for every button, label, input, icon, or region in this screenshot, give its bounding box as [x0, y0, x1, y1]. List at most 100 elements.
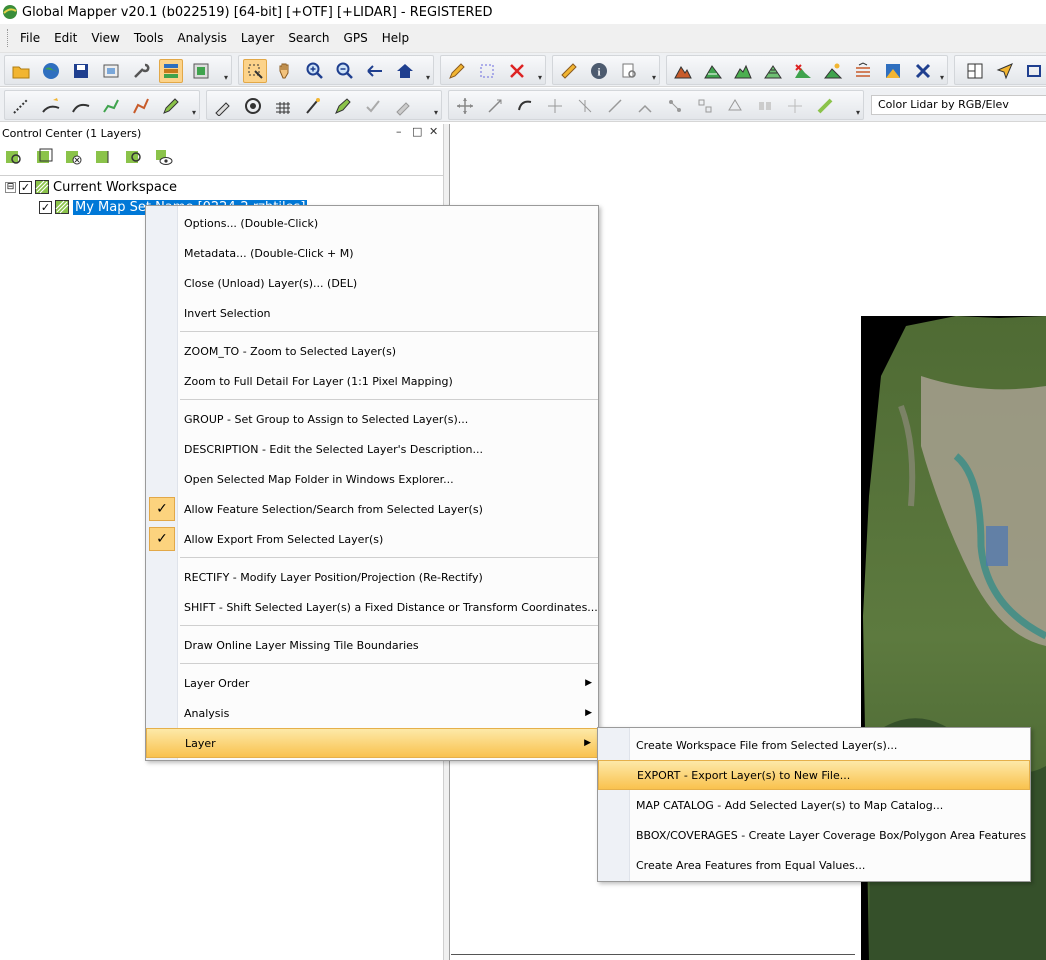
sub-bbox-coverages[interactable]: BBOX/COVERAGES - Create Layer Coverage B…: [598, 820, 1030, 850]
panel-minimize-button[interactable]: –: [396, 125, 402, 138]
split-view-icon[interactable]: [963, 59, 987, 83]
collapse-icon[interactable]: ⊟: [5, 181, 16, 193]
menu-search[interactable]: Search: [281, 29, 336, 47]
menubar-grip[interactable]: [7, 29, 10, 47]
overview-window-icon[interactable]: [189, 59, 213, 83]
toolbar-overflow-icon[interactable]: ▾: [853, 107, 863, 119]
measure-ruler-icon[interactable]: [557, 59, 581, 83]
zoom-to-layer-icon[interactable]: [3, 146, 25, 168]
scale-feature-icon[interactable]: [483, 94, 507, 118]
layer-metadata-icon[interactable]: [93, 146, 115, 168]
print-icon[interactable]: [99, 59, 123, 83]
menu-help[interactable]: Help: [375, 29, 416, 47]
edit-disabled-icon[interactable]: [391, 94, 415, 118]
menu-analysis[interactable]: Analysis: [170, 29, 233, 47]
ruler-line-icon[interactable]: [813, 94, 837, 118]
rotate-feature-icon[interactable]: [513, 94, 537, 118]
move-vertex-icon[interactable]: [211, 94, 235, 118]
sub-map-catalog[interactable]: MAP CATALOG - Add Selected Layer(s) to M…: [598, 790, 1030, 820]
create-area-icon[interactable]: [99, 94, 123, 118]
feature-info-icon[interactable]: [617, 59, 641, 83]
ctx-allow-feature-selection[interactable]: ✓ Allow Feature Selection/Search from Se…: [146, 494, 598, 524]
move-feature-icon[interactable]: [453, 94, 477, 118]
watershed-icon[interactable]: [791, 59, 815, 83]
ctx-shift[interactable]: SHIFT - Shift Selected Layer(s) a Fixed …: [146, 592, 598, 622]
control-center-icon[interactable]: [159, 59, 183, 83]
raster-color-icon[interactable]: [881, 59, 905, 83]
ctx-layer[interactable]: Layer ▶: [146, 728, 598, 758]
gps-arrow-icon[interactable]: [993, 59, 1017, 83]
panel-close-button[interactable]: ✕: [429, 125, 438, 138]
create-point-icon[interactable]: [9, 94, 33, 118]
area-select-icon[interactable]: [475, 59, 499, 83]
sub-create-workspace[interactable]: Create Workspace File from Selected Laye…: [598, 730, 1030, 760]
ctx-layer-order[interactable]: Layer Order ▶: [146, 668, 598, 698]
toolbar-overflow-icon[interactable]: ▾: [423, 72, 433, 84]
workspace-checkbox[interactable]: ✓: [19, 180, 32, 194]
box-vertices-icon[interactable]: [753, 94, 777, 118]
contour-icon[interactable]: [851, 59, 875, 83]
info-icon[interactable]: i: [587, 59, 611, 83]
toolbar-overflow-icon[interactable]: ▾: [937, 72, 947, 84]
online-data-globe-icon[interactable]: [39, 59, 63, 83]
zoom-out-icon[interactable]: [333, 59, 357, 83]
ctx-open-folder[interactable]: Open Selected Map Folder in Windows Expl…: [146, 464, 598, 494]
toolbar-overflow-icon[interactable]: ▾: [221, 72, 231, 84]
create-feature-pencil-icon[interactable]: [159, 94, 183, 118]
ctx-invert-selection[interactable]: Invert Selection: [146, 298, 598, 328]
vertex-dots-icon[interactable]: [663, 94, 687, 118]
split-line-icon[interactable]: [603, 94, 627, 118]
sub-create-area-features[interactable]: Create Area Features from Equal Values..…: [598, 850, 1030, 880]
toolbar-overflow-icon[interactable]: ▾: [189, 107, 199, 119]
layer-checkbox[interactable]: ✓: [39, 200, 52, 214]
digitizer-select-icon[interactable]: [243, 59, 267, 83]
target-icon[interactable]: [241, 94, 265, 118]
zoom-layer-full-icon[interactable]: [123, 146, 145, 168]
connect-vertices-icon[interactable]: [693, 94, 717, 118]
ctx-allow-export[interactable]: ✓ Allow Export From Selected Layer(s): [146, 524, 598, 554]
zoom-in-icon[interactable]: [303, 59, 327, 83]
ctx-analysis[interactable]: Analysis ▶: [146, 698, 598, 728]
toolbar-overflow-icon[interactable]: ▾: [431, 107, 441, 119]
ctx-draw-missing-tiles[interactable]: Draw Online Layer Missing Tile Boundarie…: [146, 630, 598, 660]
more-tools-icon[interactable]: [1023, 59, 1046, 83]
lidar-color-dropdown[interactable]: Color Lidar by RGB/Elev: [871, 95, 1046, 115]
snap-tool-icon[interactable]: [301, 94, 325, 118]
create-line-icon[interactable]: [39, 94, 63, 118]
menu-layer[interactable]: Layer: [234, 29, 281, 47]
delete-x-icon[interactable]: [505, 59, 529, 83]
create-area-fill-icon[interactable]: [129, 94, 153, 118]
close-layer-icon[interactable]: [63, 146, 85, 168]
sub-export-layers[interactable]: EXPORT - Export Layer(s) to New File...: [598, 760, 1030, 790]
join-lines-icon[interactable]: [633, 94, 657, 118]
menu-edit[interactable]: Edit: [47, 29, 84, 47]
layer-options-icon[interactable]: [33, 146, 55, 168]
grid-tool-icon[interactable]: [271, 94, 295, 118]
ctx-zoom-to[interactable]: ZOOM_TO - Zoom to Selected Layer(s): [146, 336, 598, 366]
ctx-description[interactable]: DESCRIPTION - Edit the Selected Layer's …: [146, 434, 598, 464]
ctx-close-layer[interactable]: Close (Unload) Layer(s)... (DEL): [146, 268, 598, 298]
ctx-options[interactable]: Options... (Double-Click): [146, 208, 598, 238]
menu-file[interactable]: File: [13, 29, 47, 47]
edit-shape-icon[interactable]: [331, 94, 355, 118]
satellite-icon[interactable]: [911, 59, 935, 83]
crosshair-vertex-icon[interactable]: [783, 94, 807, 118]
wrench-icon[interactable]: [129, 59, 153, 83]
layer-visibility-icon[interactable]: [153, 146, 175, 168]
panel-restore-button[interactable]: □: [412, 125, 422, 138]
menu-tools[interactable]: Tools: [127, 29, 171, 47]
ctx-rectify[interactable]: RECTIFY - Modify Layer Position/Projecti…: [146, 562, 598, 592]
menu-view[interactable]: View: [84, 29, 126, 47]
vertex-insert-icon[interactable]: [573, 94, 597, 118]
ctx-metadata[interactable]: Metadata... (Double-Click + M): [146, 238, 598, 268]
path-profile-icon[interactable]: [821, 59, 845, 83]
pencil-icon[interactable]: [445, 59, 469, 83]
terrain-layers-icon[interactable]: [701, 59, 725, 83]
menu-gps[interactable]: GPS: [337, 29, 375, 47]
open-folder-icon[interactable]: [9, 59, 33, 83]
save-icon[interactable]: [69, 59, 93, 83]
toolbar-overflow-icon[interactable]: ▾: [649, 72, 659, 84]
pan-hand-icon[interactable]: [273, 59, 297, 83]
vertex-move-icon[interactable]: [543, 94, 567, 118]
ctx-zoom-full-detail[interactable]: Zoom to Full Detail For Layer (1:1 Pixel…: [146, 366, 598, 396]
